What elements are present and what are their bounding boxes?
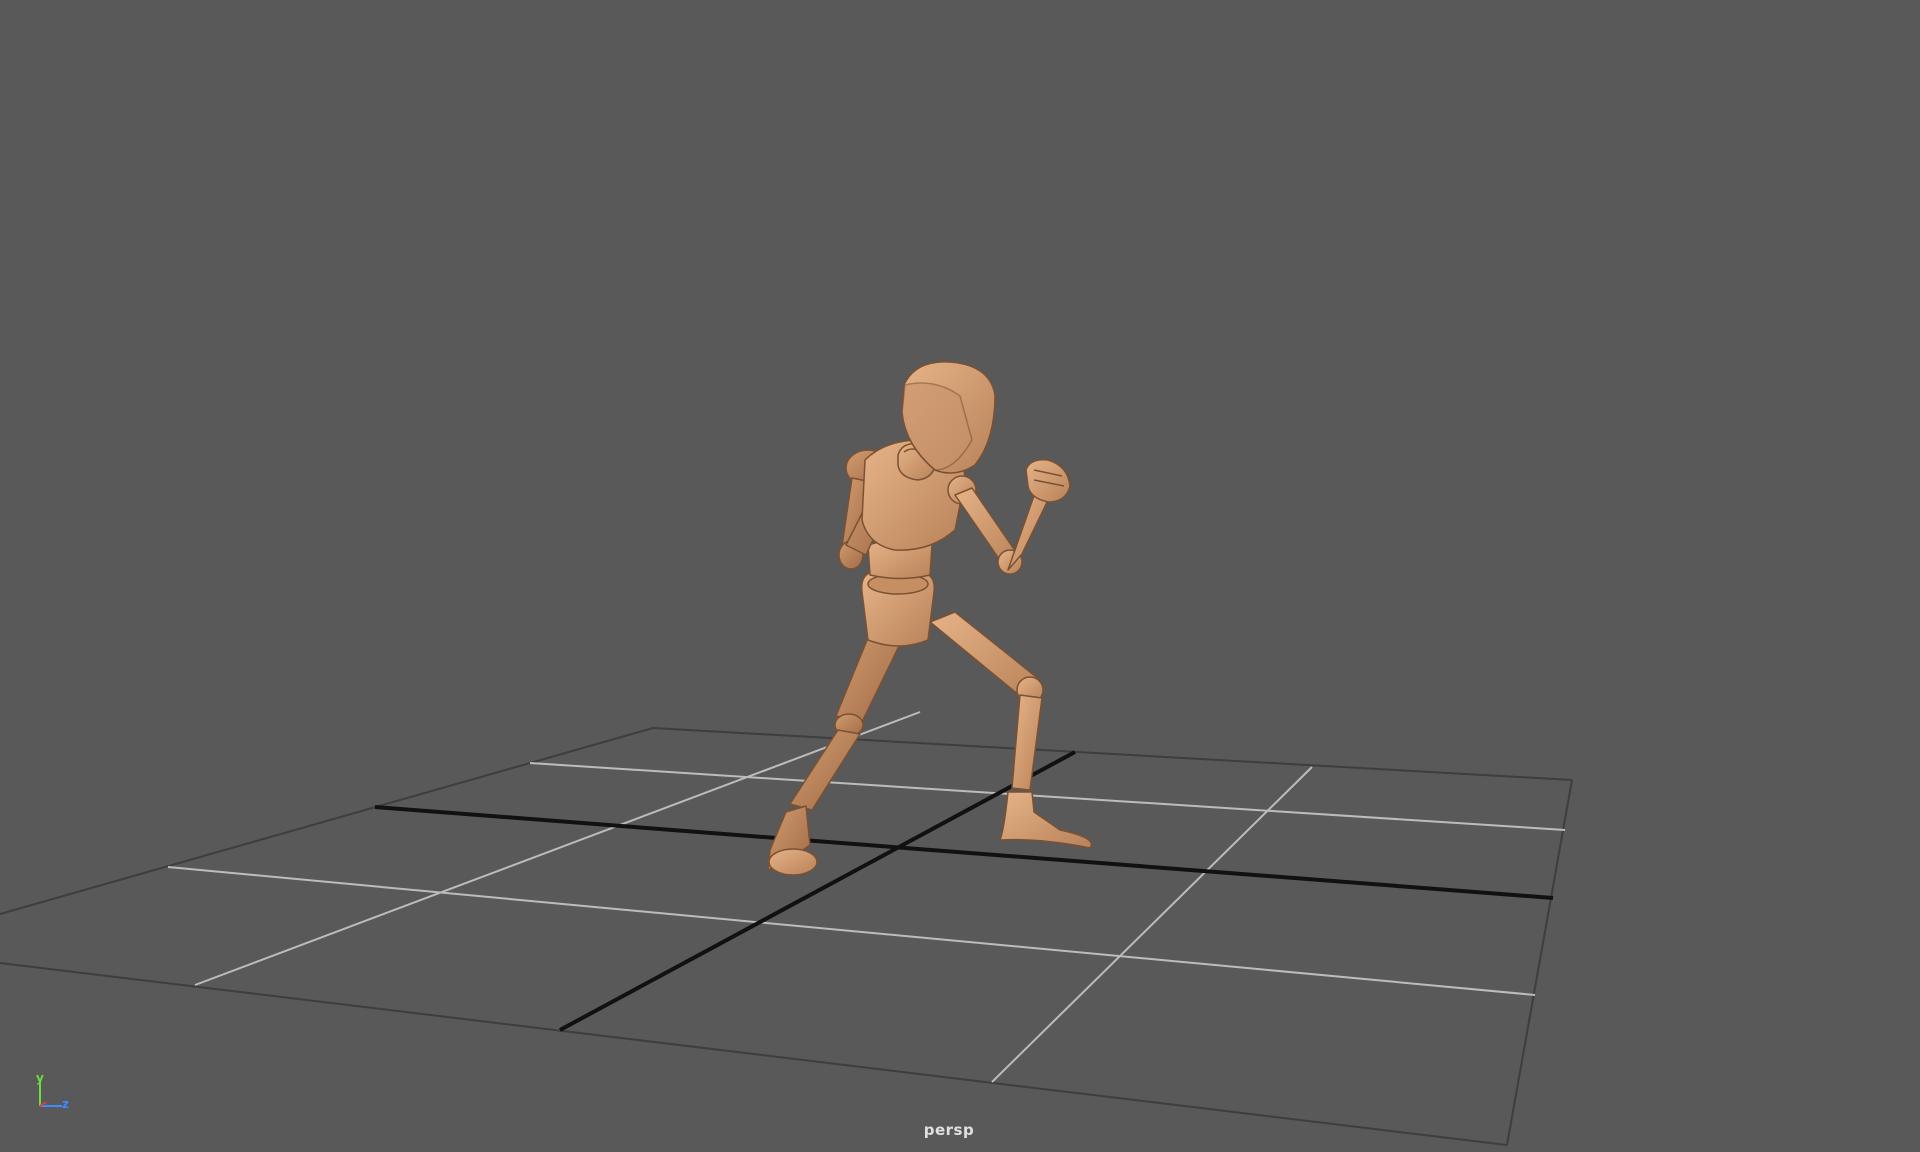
grid-boundary — [0, 727, 1573, 1146]
pelvis[interactable] — [860, 571, 935, 647]
front-fist[interactable] — [1025, 458, 1071, 503]
mannequin-model[interactable] — [767, 361, 1093, 876]
back-leg[interactable] — [767, 627, 903, 876]
camera-name-label: persp — [923, 1121, 975, 1139]
maya-perspective-viewport[interactable]: y z persp — [0, 0, 1920, 1152]
front-leg[interactable] — [929, 611, 1093, 849]
y-axis-label: y — [36, 1071, 44, 1085]
axis-gizmo: y z — [30, 1068, 80, 1114]
z-axis-label: z — [62, 1097, 69, 1111]
scene-canvas[interactable] — [0, 0, 1920, 1152]
ground-grid — [0, 711, 1573, 1146]
grid-origin-axes — [374, 750, 1554, 1032]
